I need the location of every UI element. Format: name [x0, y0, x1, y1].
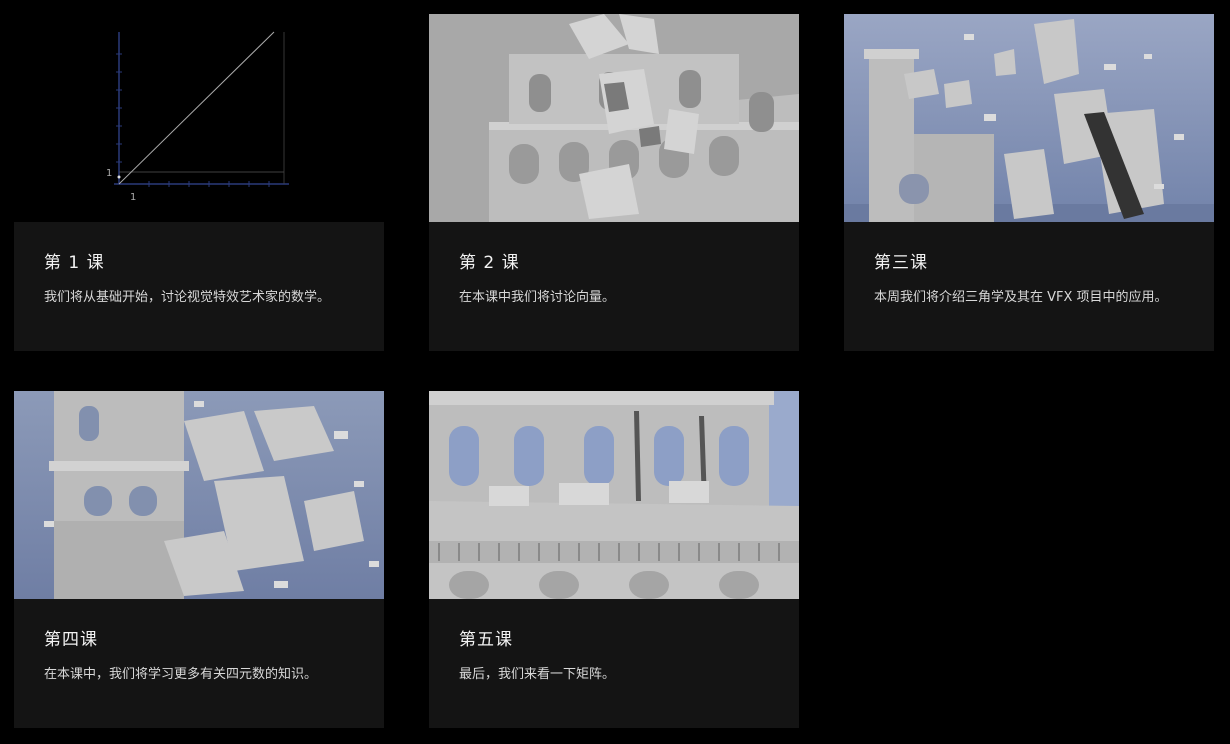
- lesson-4-thumbnail[interactable]: [14, 391, 384, 599]
- lesson-2-title: 第 2 课: [459, 253, 520, 273]
- arcade-wall-image: [429, 391, 799, 599]
- lesson-1-thumbnail[interactable]: 1 1: [14, 14, 384, 222]
- lesson-4-description: 在本课中，我们将学习更多有关四元数的知识。: [44, 667, 318, 682]
- lesson-1-description: 我们将从基础开始，讨论视觉特效艺术家的数学。: [44, 290, 331, 305]
- lesson-card-1[interactable]: 1 1 第 1 课 我们将从基础开始，讨论视觉特效艺术家的数学。: [14, 14, 384, 351]
- graph-tick-x: 1: [130, 192, 136, 203]
- lesson-2-thumbnail[interactable]: [429, 14, 799, 222]
- lesson-card-3[interactable]: 第三课 本周我们将介绍三角学及其在 VFX 项目中的应用。: [844, 14, 1214, 351]
- lesson-card-4[interactable]: 第四课 在本课中，我们将学习更多有关四元数的知识。: [14, 391, 384, 728]
- building-destruction-image: [14, 391, 384, 599]
- lesson-4-title: 第四课: [44, 630, 98, 650]
- lesson-2-description: 在本课中我们将讨论向量。: [459, 290, 616, 305]
- lesson-3-description: 本周我们将介绍三角学及其在 VFX 项目中的应用。: [874, 290, 1168, 305]
- lesson-card-5[interactable]: 第五课 最后，我们来看一下矩阵。: [429, 391, 799, 728]
- lesson-5-title: 第五课: [459, 630, 513, 650]
- lesson-1-title: 第 1 课: [44, 253, 105, 273]
- building-destruction-image: [844, 14, 1214, 222]
- lesson-5-thumbnail[interactable]: [429, 391, 799, 599]
- graph-tick-y: 1: [106, 168, 112, 179]
- graph-plot-image: 1 1: [14, 14, 384, 222]
- lesson-3-thumbnail[interactable]: [844, 14, 1214, 222]
- building-destruction-image: [429, 14, 799, 222]
- lesson-card-2[interactable]: 第 2 课 在本课中我们将讨论向量。: [429, 14, 799, 351]
- lesson-5-description: 最后，我们来看一下矩阵。: [459, 667, 616, 682]
- lesson-3-title: 第三课: [874, 253, 928, 273]
